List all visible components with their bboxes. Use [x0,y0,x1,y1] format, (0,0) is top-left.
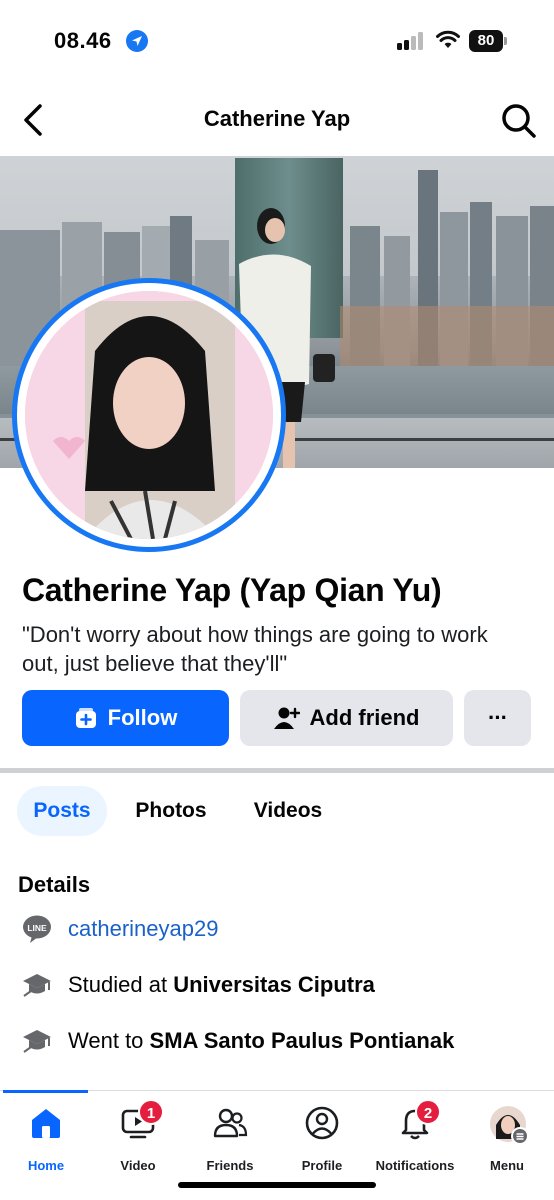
add-friend-label: Add friend [309,705,420,730]
studied-school[interactable]: Universitas Ciputra [173,972,375,997]
notifications-badge: 2 [415,1099,441,1125]
tab-photos[interactable]: Photos [130,786,212,836]
went-school[interactable]: SMA Santo Paulus Pontianak [150,1028,455,1053]
status-bar: 08.46 80 [0,0,554,84]
tab-videos[interactable]: Videos [247,786,329,836]
nav-notifications-label: Notifications [375,1158,455,1173]
home-indicator [178,1182,376,1188]
profile-name: Catherine Yap (Yap Qian Yu) [22,572,442,608]
svg-text:LINE: LINE [27,923,47,933]
follow-button[interactable]: Follow [22,690,229,746]
follow-label: Follow [107,705,178,730]
video-badge: 1 [138,1099,164,1125]
details-heading: Details [18,872,91,897]
nav-friends[interactable]: Friends [184,1101,276,1173]
nav-friends-label: Friends [206,1158,254,1173]
add-friend-button[interactable]: Add friend [240,690,453,746]
profile-avatar[interactable] [12,278,286,552]
went-text: Went to SMA Santo Paulus Pontianak [68,1028,454,1054]
nav-profile[interactable]: Profile [276,1101,368,1173]
page-title: Catherine Yap [203,106,351,131]
status-time: 08.46 [54,28,112,53]
line-id-link[interactable]: catherineyap29 [68,916,218,942]
nav-video-label: Video [120,1158,156,1173]
home-icon [28,1105,64,1141]
profile-bio: "Don't worry about how things are going … [22,622,488,676]
active-tab-indicator [3,1090,88,1093]
menu-avatar-icon [489,1105,529,1145]
graduation-cap-icon [22,1026,52,1056]
search-icon[interactable] [500,102,538,140]
nav-menu-label: Menu [490,1158,524,1173]
detail-studied-row: Studied at Universitas Ciputra [0,966,554,1006]
more-options-button[interactable]: ··· [464,690,531,746]
went-prefix: Went to [68,1028,150,1053]
nav-home-label: Home [27,1158,65,1173]
profile-icon [304,1105,340,1141]
studied-text: Studied at Universitas Ciputra [68,972,375,998]
line-app-icon: LINE [22,914,52,944]
more-dots-icon: ··· [488,705,508,730]
nav-menu[interactable]: Menu [461,1101,553,1173]
section-divider [0,768,554,773]
tab-posts[interactable]: Posts [17,786,107,836]
nav-profile-label: Profile [301,1158,343,1173]
add-friend-icon [273,706,300,730]
follow-icon [74,706,98,730]
studied-prefix: Studied at [68,972,174,997]
nav-notifications[interactable]: 2 Notifications [369,1099,461,1173]
cellular-signal-icon [397,32,425,50]
detail-line-row[interactable]: LINE catherineyap29 [0,910,554,950]
battery-level: 80 [469,30,503,52]
location-arrow-icon [126,30,148,52]
nav-home[interactable]: Home [0,1101,92,1173]
graduation-cap-icon [22,970,52,1000]
wifi-icon [436,30,460,55]
top-nav: Catherine Yap [0,88,554,152]
battery-icon: 80 [469,30,507,52]
detail-went-row: Went to SMA Santo Paulus Pontianak [0,1022,554,1062]
friends-icon [212,1105,248,1141]
nav-video[interactable]: 1 Video [92,1099,184,1173]
